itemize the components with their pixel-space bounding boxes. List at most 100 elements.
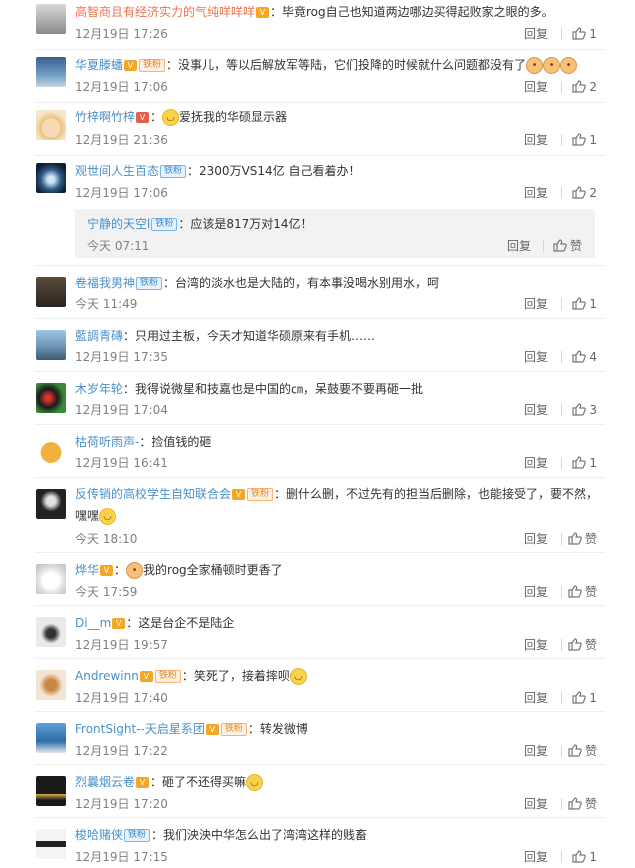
reply-button[interactable]: 回复 [524,531,548,547]
like-button[interactable]: 1 [572,690,597,706]
like-button[interactable]: 2 [572,79,597,95]
commenter-name[interactable]: 枯荷听雨声- [75,435,139,449]
avatar[interactable] [36,57,66,87]
fan-badge: 铁粉 [151,218,178,231]
vip-icon: V [205,724,219,735]
like-button[interactable]: 赞 [568,637,597,653]
avatar[interactable] [36,330,66,360]
comment-time: 12月19日 17:26 [75,27,168,41]
reply-button[interactable]: 回复 [524,796,548,812]
reply-button[interactable]: 回复 [524,402,548,418]
divider [561,798,562,810]
reply-button[interactable]: 回复 [524,79,548,95]
commenter-name[interactable]: FrontSight--天启星系团 [75,722,205,736]
reply-button[interactable]: 回复 [524,349,548,365]
like-button[interactable]: 2 [572,185,597,201]
like-count: 1 [589,691,597,705]
comment-time: 今天 11:49 [75,297,138,311]
thumbs-up-icon [568,585,582,598]
commenter-name[interactable]: 木岁年轮 [75,382,123,396]
commenter-name[interactable]: 观世间人生百态 [75,164,159,178]
avatar[interactable] [36,723,66,753]
avatar[interactable] [36,110,66,140]
vip-icon: V [256,7,270,18]
like-button[interactable]: 赞 [568,796,597,812]
comment-time: 12月19日 17:04 [75,403,168,417]
divider [561,81,562,93]
comment-text: ：笑死了，接着摔呗 [181,669,290,683]
like-button[interactable]: 3 [572,402,597,418]
reply-button[interactable]: 回复 [524,132,548,148]
like-label: 赞 [584,744,597,758]
thumbs-up-icon [572,133,587,146]
reply-button[interactable]: 回复 [524,849,548,865]
thumbs-up-icon [572,691,587,704]
avatar[interactable] [36,4,66,34]
like-count: 2 [589,186,597,200]
avatar[interactable] [36,564,66,594]
avatar[interactable] [36,776,66,806]
reply-button[interactable]: 回复 [524,743,548,759]
commenter-name[interactable]: 烈曩烟云卷 [75,775,135,789]
avatar[interactable] [36,829,66,859]
commenter-name[interactable]: Di__m [75,616,111,630]
reply-button[interactable]: 回复 [507,238,531,254]
thumbs-up-icon [568,532,582,545]
reply-button[interactable]: 回复 [524,690,548,706]
comment-item: 烨华 V： • 我的rog全家桶顿时更香了 今天 17:59 回复 赞 [0,553,635,606]
vip-icon: V [232,489,246,500]
smile-emoji-icon: ◡ [162,109,180,126]
like-button[interactable]: 赞 [568,743,597,759]
avatar[interactable] [36,436,66,466]
commenter-name[interactable]: 华夏滕蟠 [75,58,123,72]
commenter-name[interactable]: 藍調青磚 [75,329,123,343]
commenter-name[interactable]: 梭哈赌侠 [75,828,123,842]
comment-text: ：捡值钱的砸 [139,435,212,449]
commenter-name[interactable]: 竹梓啊竹梓 [75,110,135,124]
divider [561,404,562,416]
reply-button[interactable]: 回复 [524,185,548,201]
commenter-name[interactable]: 烨华 [75,563,99,577]
vip-icon: V [136,112,150,123]
like-button[interactable]: 1 [572,296,597,312]
comment-item: Di__m V ：这是台企不是陆企 12月19日 19:57 回复 赞 [0,606,635,659]
avatar[interactable] [36,489,66,519]
commenter-name[interactable]: Andrewinn [75,669,139,683]
comment-item: 卷福我男神 铁粉 ：台湾的淡水也是大陆的，有本事没喝水别用水，呵 今天 11:49 … [0,266,635,319]
divider [561,851,562,863]
reply-button[interactable]: 回复 [524,296,548,312]
like-label: 赞 [584,797,597,811]
like-button[interactable]: 赞 [568,584,597,600]
avatar[interactable] [36,277,66,307]
reply-button[interactable]: 回复 [524,455,548,471]
avatar[interactable] [36,383,66,413]
like-button[interactable]: 1 [572,132,597,148]
commenter-name[interactable]: 高智商且有经济实力的气纯咩咩咩 [75,5,255,19]
like-count: 4 [589,350,597,364]
commenter-name[interactable]: 卷福我男神 [75,276,135,290]
nested-reply: 宁静的天空l 铁粉 ：应该是817万对14亿！ 今天 07:11 回复 赞 [75,209,595,258]
comment-time: 12月19日 17:40 [75,691,168,705]
like-button[interactable]: 1 [572,849,597,865]
doge-emoji-icon: • [560,57,578,74]
reply-button[interactable]: 回复 [524,26,548,42]
avatar[interactable] [36,670,66,700]
like-button[interactable]: 赞 [568,531,597,547]
comment-text: ：毕竟rog自己也知道两边哪边买得起败家之眼的多。 [270,5,554,19]
comment-time: 12月19日 16:41 [75,456,168,470]
like-count: 1 [589,456,597,470]
like-button[interactable]: 赞 [553,238,582,254]
like-button[interactable]: 1 [572,26,597,42]
reply-button[interactable]: 回复 [524,637,548,653]
comment-item: 观世间人生百态 铁粉 ：2300万VS14亿 自己看着办！ 12月19日 17:06… [0,156,635,266]
commenter-name[interactable]: 宁静的天空l [87,217,150,231]
vip-icon: V [139,671,153,682]
avatar[interactable] [36,617,66,647]
avatar[interactable] [36,163,66,193]
commenter-name[interactable]: 反传销的高校学生自知联合会 [75,487,231,501]
like-button[interactable]: 4 [572,349,597,365]
like-button[interactable]: 1 [572,455,597,471]
comment-time: 12月19日 17:06 [75,80,168,94]
reply-button[interactable]: 回复 [524,584,548,600]
like-label: 赞 [584,585,597,599]
